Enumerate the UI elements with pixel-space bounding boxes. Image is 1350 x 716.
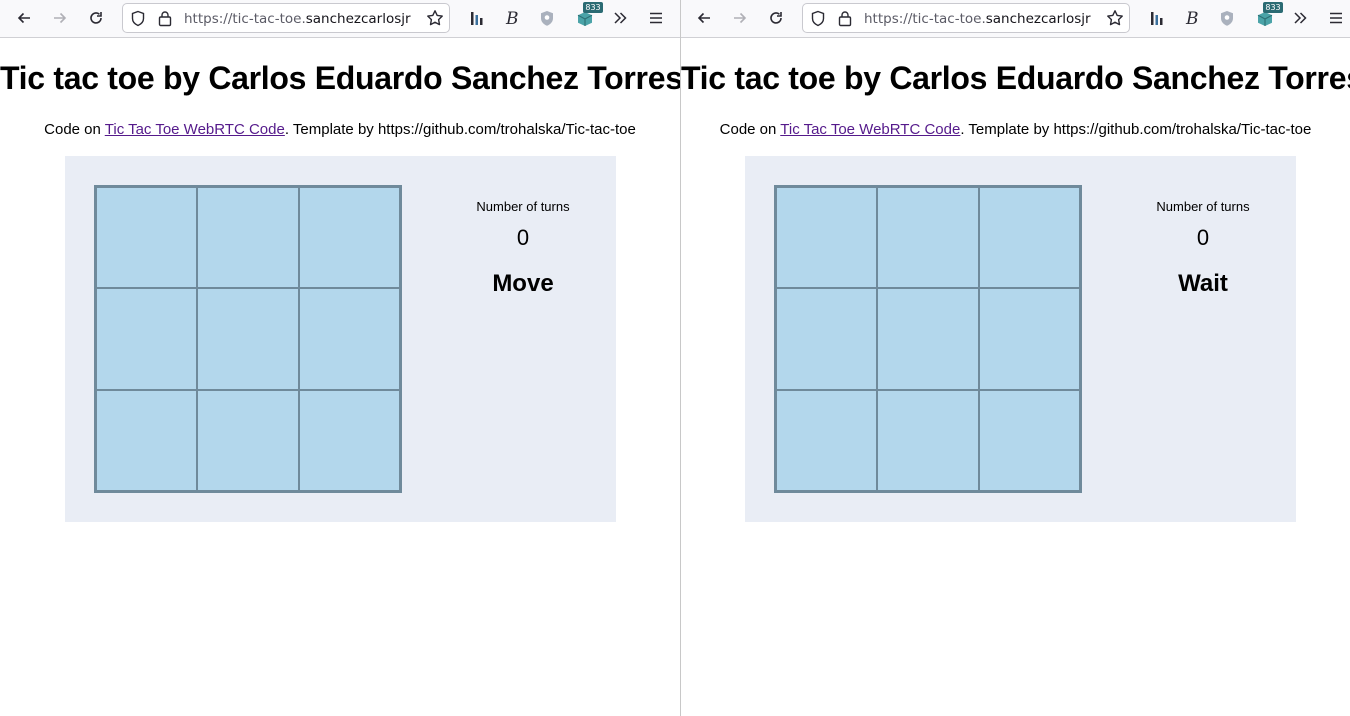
forward-button[interactable] [46, 0, 74, 36]
script-b-extension-icon: B [505, 9, 519, 27]
bar-chart-extension-icon [471, 12, 483, 25]
game-info: Number of turns 0 Wait [1137, 199, 1269, 299]
privacy-badge-extension-icon [1221, 10, 1233, 26]
hamburger-menu-icon [650, 12, 662, 24]
overflow-chevrons-icon [614, 12, 627, 24]
tracking-shield-icon [811, 10, 825, 27]
reload-button[interactable] [762, 0, 790, 36]
svg-text:B: B [505, 9, 519, 27]
lock-icon [158, 11, 172, 27]
overflow-menu-button[interactable] [608, 0, 632, 36]
board-cell-5[interactable] [197, 288, 299, 390]
bar-chart-extension-icon [1151, 12, 1163, 25]
url-text: https://tic-tac-toe.sanchezcarlosjr [184, 10, 418, 28]
cube-extension-button[interactable]: 833 [572, 0, 603, 36]
board-cell-9[interactable] [298, 389, 400, 491]
board-cell-4[interactable] [776, 288, 878, 390]
credits-line: Code on Tic Tac Toe WebRTC Code. Templat… [0, 121, 680, 138]
code-prefix: Code on [44, 121, 105, 138]
url-host: sanchezcarlosjr [305, 11, 411, 27]
reload-icon [90, 12, 102, 24]
app-menu-button[interactable] [1324, 0, 1348, 36]
board-cell-3[interactable] [978, 187, 1080, 289]
browser-window-right: https://tic-tac-toe.sanchezcarlosjr B 83… [681, 0, 1350, 716]
board-cell-6[interactable] [298, 288, 400, 390]
extension-badge: 833 [583, 2, 603, 13]
template-credit: . Template by https://github.com/trohals… [284, 121, 636, 138]
board-cell-1[interactable] [96, 187, 198, 289]
game-panel: Number of turns 0 Wait [745, 156, 1296, 522]
bar-chart-extension-button[interactable] [1145, 0, 1169, 36]
url-bar[interactable]: https://tic-tac-toe.sanchezcarlosjr [802, 3, 1130, 33]
reload-icon [770, 12, 782, 24]
forward-arrow-icon [734, 12, 747, 24]
board-cell-6[interactable] [978, 288, 1080, 390]
url-prefix: https://tic-tac-toe. [184, 11, 306, 27]
turn-status: Move [492, 270, 554, 297]
lock-icon [838, 11, 852, 27]
page-title: Tic tac toe by Carlos Eduardo Sanchez To… [681, 60, 1350, 96]
board-cell-2[interactable] [197, 187, 299, 289]
template-credit: . Template by https://github.com/trohals… [960, 121, 1312, 138]
svg-text:B: B [1185, 9, 1199, 27]
script-b-extension-button[interactable]: B [1180, 0, 1204, 36]
board-cell-7[interactable] [96, 389, 198, 491]
board-cell-7[interactable] [776, 389, 878, 491]
browser-window-left: https://tic-tac-toe.sanchezcarlosjr B 83… [0, 0, 680, 716]
code-link[interactable]: Tic Tac Toe WebRTC Code [105, 121, 285, 138]
script-b-extension-button[interactable]: B [500, 0, 524, 36]
turns-label: Number of turns [1156, 199, 1250, 214]
bar-chart-extension-button[interactable] [465, 0, 489, 36]
turns-label: Number of turns [476, 199, 570, 214]
turns-count: 0 [1196, 225, 1210, 250]
back-arrow-icon [17, 12, 30, 24]
script-b-extension-icon: B [1185, 9, 1199, 27]
extension-badge: 833 [1263, 2, 1283, 13]
board-cell-2[interactable] [877, 187, 979, 289]
tracking-shield-icon [131, 10, 145, 27]
board-cell-9[interactable] [978, 389, 1080, 491]
game-panel: Number of turns 0 Move [65, 156, 616, 522]
board-cell-8[interactable] [877, 389, 979, 491]
hamburger-menu-icon [1330, 12, 1342, 24]
game-info: Number of turns 0 Move [457, 199, 589, 299]
privacy-badge-extension-button[interactable] [1215, 0, 1239, 36]
code-prefix: Code on [719, 121, 781, 138]
cube-extension-button[interactable]: 833 [1252, 0, 1283, 36]
overflow-chevrons-icon [1294, 12, 1307, 24]
credits-line: Code on Tic Tac Toe WebRTC Code. Templat… [681, 121, 1350, 138]
page-title: Tic tac toe by Carlos Eduardo Sanchez To… [0, 60, 680, 96]
browser-toolbar: https://tic-tac-toe.sanchezcarlosjr B 83… [0, 0, 680, 38]
board-cell-1[interactable] [776, 187, 878, 289]
url-host: sanchezcarlosjr [985, 11, 1091, 27]
forward-arrow-icon [54, 12, 67, 24]
board-cell-3[interactable] [298, 187, 400, 289]
reload-button[interactable] [82, 0, 110, 36]
back-arrow-icon [697, 12, 710, 24]
turn-status: Wait [1178, 270, 1228, 297]
overflow-menu-button[interactable] [1288, 0, 1312, 36]
bookmark-star-icon[interactable] [1106, 9, 1124, 27]
url-prefix: https://tic-tac-toe. [864, 11, 986, 27]
privacy-badge-extension-icon [541, 10, 553, 26]
bookmark-star-icon[interactable] [426, 9, 444, 27]
game-board [94, 185, 402, 493]
game-board [774, 185, 1082, 493]
app-menu-button[interactable] [644, 0, 668, 36]
privacy-badge-extension-button[interactable] [535, 0, 559, 36]
url-text: https://tic-tac-toe.sanchezcarlosjr [864, 10, 1098, 28]
browser-toolbar: https://tic-tac-toe.sanchezcarlosjr B 83… [681, 0, 1350, 38]
back-button[interactable] [690, 0, 718, 36]
turns-count: 0 [516, 225, 530, 250]
back-button[interactable] [10, 0, 38, 36]
board-cell-5[interactable] [877, 288, 979, 390]
board-cell-4[interactable] [96, 288, 198, 390]
board-cell-8[interactable] [197, 389, 299, 491]
forward-button[interactable] [726, 0, 754, 36]
url-bar[interactable]: https://tic-tac-toe.sanchezcarlosjr [122, 3, 450, 33]
code-link[interactable]: Tic Tac Toe WebRTC Code [780, 121, 960, 138]
